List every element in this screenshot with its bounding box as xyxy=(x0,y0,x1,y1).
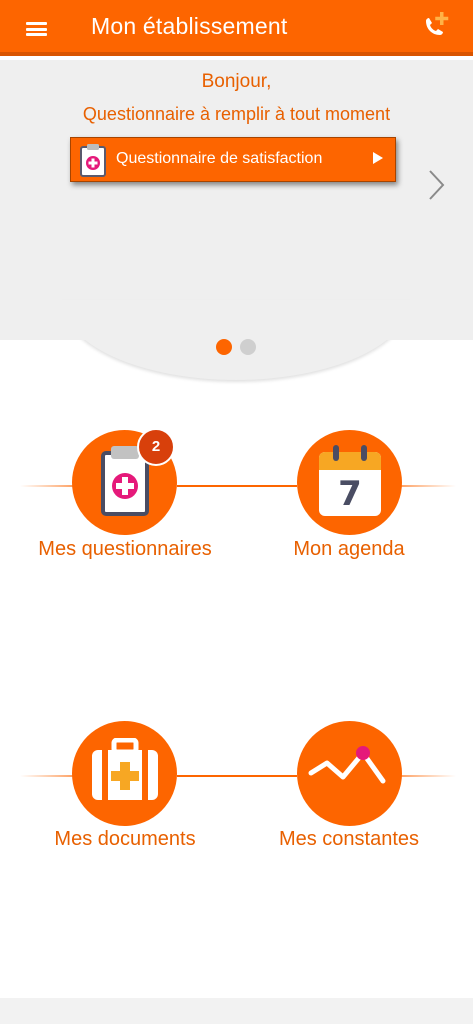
documents-label[interactable]: Mes documents xyxy=(5,828,245,851)
carousel-dot-2[interactable] xyxy=(240,339,256,355)
carousel-dot-1[interactable] xyxy=(216,339,232,355)
constantes-tile[interactable] xyxy=(297,721,402,826)
banner-curve-cover xyxy=(0,300,473,340)
app-header: Mon établissement xyxy=(0,0,473,56)
questionnaires-label[interactable]: Mes questionnaires xyxy=(5,538,245,561)
connector-line xyxy=(401,775,456,777)
welcome-banner xyxy=(0,60,473,340)
connector-line xyxy=(20,485,73,487)
satisfaction-questionnaire-button[interactable]: Questionnaire de satisfaction xyxy=(70,137,396,182)
page-title: Mon établissement xyxy=(91,13,288,39)
constantes-label[interactable]: Mes constantes xyxy=(229,828,469,851)
satisfaction-questionnaire-label: Questionnaire de satisfaction xyxy=(116,150,323,167)
vital-signs-chart-icon xyxy=(307,743,393,798)
connector-line xyxy=(401,485,456,487)
clipboard-icon xyxy=(80,143,106,177)
medical-bag-icon xyxy=(90,737,160,807)
connector-line xyxy=(177,485,297,487)
phone-add-icon[interactable] xyxy=(418,10,454,46)
play-arrow-icon xyxy=(373,152,383,164)
hamburger-menu-icon[interactable] xyxy=(26,22,47,36)
agenda-label[interactable]: Mon agenda xyxy=(229,538,469,561)
calendar-day: 7 xyxy=(338,474,362,514)
questionnaires-badge: 2 xyxy=(137,428,175,466)
documents-tile[interactable] xyxy=(72,721,177,826)
calendar-icon: 7 xyxy=(317,444,383,523)
greeting-text: Bonjour, xyxy=(201,71,272,92)
carousel-next-icon[interactable] xyxy=(426,168,446,202)
agenda-tile[interactable]: 7 xyxy=(297,430,402,535)
bottom-bar xyxy=(0,998,473,1024)
connector-line xyxy=(177,775,297,777)
connector-line xyxy=(20,775,73,777)
banner-subtitle: Questionnaire à remplir à tout moment xyxy=(82,104,391,124)
